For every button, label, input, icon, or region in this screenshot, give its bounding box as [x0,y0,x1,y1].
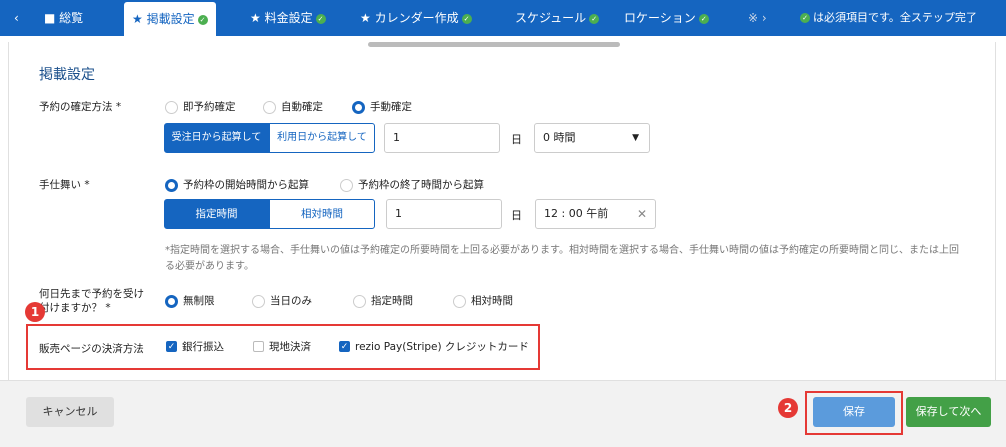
check-icon: ✓ [698,14,709,24]
tabs-next-button[interactable]: ※ › [748,0,767,36]
confirm-days-input[interactable]: 1 [384,123,500,153]
checkbox-checked-icon: ✓ [166,341,177,352]
tab-publish-label: ★ 掲載設定 [132,12,195,26]
tabs-back-button[interactable]: ‹ [14,0,19,36]
radio-from-slot-start[interactable]: 予約枠の開始時間から起算 [165,178,309,192]
checkbox-checked-icon: ✓ [339,341,350,352]
tab-location[interactable]: ロケーション ✓ [624,0,709,36]
closing-days-input[interactable]: 1 [386,199,502,229]
confirm-method-label: 予約の確定方法 * [39,101,122,113]
checkbox-rezio-pay[interactable]: ✓ rezio Pay(Stripe) クレジットカード [339,340,529,354]
radio-from-slot-end[interactable]: 予約枠の終了時間から起算 [340,178,484,192]
clear-icon[interactable]: ✕ [637,200,647,228]
required-note-text: は必須項目です。全ステップ完了 [813,11,977,24]
tab-calendar[interactable]: ★ カレンダー作成 ✓ [360,0,472,36]
seg-from-order-date[interactable]: 受注日から起算して [164,123,269,153]
closing-time-input[interactable]: 12 : 00 午前 ✕ [535,199,656,229]
required-note: ✓ は必須項目です。全ステップ完了 [800,0,977,36]
save-and-next-button[interactable]: 保存して次へ [906,397,991,427]
advance-booking-label: 何日先まで予約を受け 付けますか？ * [39,287,144,315]
confirm-hours-value: 0 時間 [543,131,576,144]
checkbox-empty-icon [253,341,264,352]
payment-method-label: 販売ページの決済方法 [39,343,144,355]
checkbox-bank-transfer[interactable]: ✓ 銀行振込 [166,340,224,354]
bank-transfer-label: 銀行振込 [182,341,224,353]
seg-from-use-date[interactable]: 利用日から起算して [269,123,375,153]
closing-label: 手仕舞い * [39,179,90,191]
confirm-hours-select[interactable]: 0 時間 ▼ [534,123,650,153]
closing-days-unit: 日 [511,209,522,222]
check-icon: ✓ [589,14,600,24]
overview-icon: ■ [44,11,60,25]
radio-manual-confirm[interactable]: 手動確定 [352,100,412,114]
step-tab-bar: ‹ ■ 総覧 ★ 掲載設定 ✓ ★ 料金設定 ✓ ★ カレンダー作成 ✓ スケジュール… [0,0,1006,36]
check-icon: ✓ [315,14,326,24]
check-icon: ✓ [461,14,472,24]
tab-calendar-label: ★ カレンダー作成 [360,11,459,25]
tab-schedule-label: スケジュール [515,11,587,25]
seg-relative-time[interactable]: 相対時間 [269,199,375,229]
advance-label-line1: 何日先まで予約を受け [39,288,144,300]
tab-location-label: ロケーション [624,11,696,25]
tab-schedule[interactable]: スケジュール ✓ [515,0,600,36]
check-icon: ✓ [800,13,810,23]
tab-price-label: ★ 料金設定 [250,11,313,25]
onsite-payment-label: 現地決済 [269,341,311,353]
save-button[interactable]: 保存 [813,397,895,427]
seg-specified-time[interactable]: 指定時間 [164,199,269,229]
checkbox-onsite-payment[interactable]: 現地決済 [253,340,311,354]
annotation-badge-2: 2 [778,398,798,418]
section-title: 掲載設定 [39,67,95,83]
radio-advance-specified[interactable]: 指定時間 [353,294,413,308]
check-icon: ✓ [197,15,208,25]
tab-price-settings[interactable]: ★ 料金設定 ✓ [250,0,326,36]
closing-time-value: 12 : 00 午前 [544,207,609,220]
confirm-days-unit: 日 [511,133,522,146]
tab-publish-settings[interactable]: ★ 掲載設定 ✓ [124,2,216,36]
cancel-button[interactable]: キャンセル [26,397,114,427]
radio-advance-relative[interactable]: 相対時間 [453,294,513,308]
radio-instant-confirm[interactable]: 即予約確定 [165,100,236,114]
tab-overview[interactable]: ■ 総覧 [44,0,83,36]
caret-down-icon: ▼ [632,133,639,143]
radio-unlimited[interactable]: 無制限 [165,294,215,308]
rezio-pay-label: rezio Pay(Stripe) クレジットカード [355,341,529,353]
advance-label-line2: 付けますか？ * [39,302,111,314]
annotation-badge-1: 1 [25,302,45,322]
radio-same-day[interactable]: 当日のみ [252,294,312,308]
closing-help-text: *指定時間を選択する場合、手仕舞いの値は予約確定の所要時間を上回る必要があります… [165,245,959,272]
radio-auto-confirm[interactable]: 自動確定 [263,100,323,114]
scroll-indicator[interactable] [368,42,620,47]
tab-overview-label: 総覧 [59,11,84,25]
